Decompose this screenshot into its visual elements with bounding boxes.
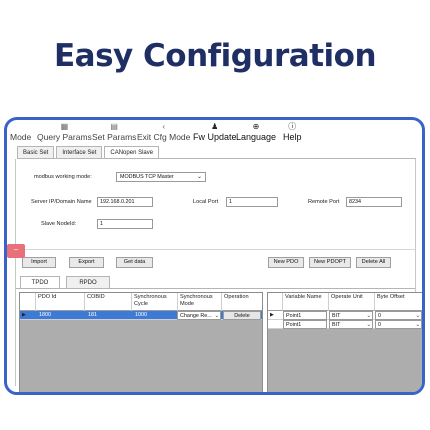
operate-unit-value: BIT [332, 313, 341, 319]
operate-unit-value: BIT [332, 322, 341, 328]
variable-table-header: Variable Name Operate Unit Byte Offset [268, 293, 422, 311]
col-operation[interactable]: Operation [221, 293, 262, 311]
local-port-input[interactable]: 1 [226, 197, 278, 207]
fw-update-icon: ♟ [211, 122, 219, 131]
col-sync-cycle[interactable]: Synchronous Cycle [131, 293, 177, 311]
menu-set-params-label: Set Params [92, 132, 137, 142]
delete-all-button[interactable]: Delete All [356, 257, 391, 268]
delete-row-button[interactable]: Delete [223, 311, 261, 320]
menu-help-label: Help [283, 132, 302, 142]
slave-node-label: Slave NodeId: [41, 221, 77, 227]
cell-sync-cycle: 1000 [135, 312, 147, 318]
working-mode-select[interactable]: MODBUS TCP Master ⌄ [116, 172, 206, 182]
remote-port-input[interactable]: 8234 [346, 197, 402, 207]
sync-mode-value: Change Re... [180, 313, 212, 319]
menu-query-params[interactable]: ▦ Query Params [37, 122, 92, 142]
pdo-tab-divider [16, 288, 415, 289]
table-row[interactable]: Point1 BIT ⌄ 0 ⌄ [268, 320, 422, 329]
menu-bar: Mode ▦ Query Params ▤ Set Params ‹ Exit … [7, 122, 422, 144]
menu-set-params[interactable]: ▤ Set Params [92, 122, 136, 142]
col-cobid[interactable]: COBID [84, 293, 131, 311]
collapse-handle-icon[interactable]: – [7, 244, 25, 258]
col-variable-name[interactable]: Variable Name [282, 293, 328, 311]
page-headline: Easy Configuration [53, 38, 377, 74]
row-header-corner [268, 293, 282, 311]
get-data-button[interactable]: Get data [116, 257, 153, 268]
col-byte-offset[interactable]: Byte Offset [374, 293, 422, 311]
cell-variable-name[interactable]: Point1 [283, 320, 327, 329]
menu-help[interactable]: ⓘ Help [283, 122, 302, 142]
sync-mode-select[interactable]: Change Re... ⌄ [177, 311, 221, 320]
byte-offset-select[interactable]: 0 ⌄ [375, 311, 422, 320]
canopen-slave-panel: modbus working mode: MODBUS TCP Master ⌄… [15, 159, 422, 392]
exit-icon: ‹ [162, 122, 166, 131]
row-header-corner [20, 293, 35, 311]
remote-port-label: Remote Port [308, 199, 340, 205]
chevron-down-icon: ⌄ [214, 313, 219, 319]
row-selector-icon: ▶ [270, 312, 274, 318]
cell-cobid: 181 [88, 312, 97, 318]
cell-pdo-id: 1800 [39, 312, 51, 318]
variable-table: Variable Name Operate Unit Byte Offset ▶… [267, 292, 422, 392]
local-port-label: Local Port [193, 199, 219, 205]
menu-language[interactable]: ⊕ Language [236, 122, 276, 142]
col-pdo-id[interactable]: PDO Id [35, 293, 84, 311]
table-row[interactable]: ▶ 1800 181 1000 Change Re... ⌄ Delete [20, 311, 262, 320]
row-selector-icon: ▶ [22, 312, 26, 318]
new-pdo-button[interactable]: New PDO [268, 257, 304, 268]
query-icon: ▦ [60, 122, 69, 131]
menu-mode-label: Mode [10, 132, 32, 142]
pdo-table: PDO Id COBID Synchronous Cycle Synchrono… [19, 292, 263, 392]
import-button[interactable]: Import [22, 257, 56, 268]
chevron-down-icon: ⌄ [196, 174, 202, 180]
col-operate-unit[interactable]: Operate Unit [328, 293, 374, 311]
col-sync-mode[interactable]: Synchronous Mode [177, 293, 221, 311]
operate-unit-select[interactable]: BIT ⌄ [329, 320, 373, 329]
slave-node-input[interactable]: 1 [97, 219, 153, 229]
chevron-down-icon: ⌄ [366, 313, 371, 319]
menu-fw-update[interactable]: ♟ Fw Update [193, 122, 237, 142]
table-row[interactable]: ▶ Point1 BIT ⌄ 0 ⌄ [268, 311, 422, 320]
menu-fw-update-label: Fw Update [193, 132, 237, 142]
menu-language-label: Language [236, 132, 277, 142]
byte-offset-value: 0 [378, 313, 381, 319]
working-mode-label: modbus working mode: [34, 174, 92, 180]
export-button[interactable]: Export [69, 257, 104, 268]
chevron-down-icon: ⌄ [415, 322, 420, 328]
server-label: Server IP/Domain Name [31, 199, 92, 205]
byte-offset-value: 0 [378, 322, 381, 328]
chevron-down-icon: ⌄ [415, 313, 420, 319]
pdo-table-header: PDO Id COBID Synchronous Cycle Synchrono… [20, 293, 262, 311]
working-mode-value: MODBUS TCP Master [120, 174, 174, 180]
section-divider [16, 249, 415, 250]
operate-unit-select[interactable]: BIT ⌄ [329, 311, 373, 320]
server-ip-input[interactable]: 192.168.0.201 [97, 197, 153, 207]
app-window: Mode ▦ Query Params ▤ Set Params ‹ Exit … [4, 117, 425, 395]
new-pdopt-button[interactable]: New PDOPT [309, 257, 351, 268]
help-icon: ⓘ [288, 122, 297, 131]
menu-query-params-label: Query Params [37, 132, 92, 142]
byte-offset-select[interactable]: 0 ⌄ [375, 320, 422, 329]
menu-mode[interactable]: Mode [10, 122, 31, 142]
set-params-icon: ▤ [110, 122, 118, 131]
cell-variable-name[interactable]: Point1 [283, 311, 327, 320]
chevron-down-icon: ⌄ [366, 322, 371, 328]
menu-exit-cfg-mode-label: Exit Cfg Mode [137, 132, 191, 142]
globe-icon: ⊕ [252, 122, 260, 131]
mode-icon [20, 122, 22, 132]
menu-exit-cfg-mode[interactable]: ‹ Exit Cfg Mode [137, 122, 190, 142]
